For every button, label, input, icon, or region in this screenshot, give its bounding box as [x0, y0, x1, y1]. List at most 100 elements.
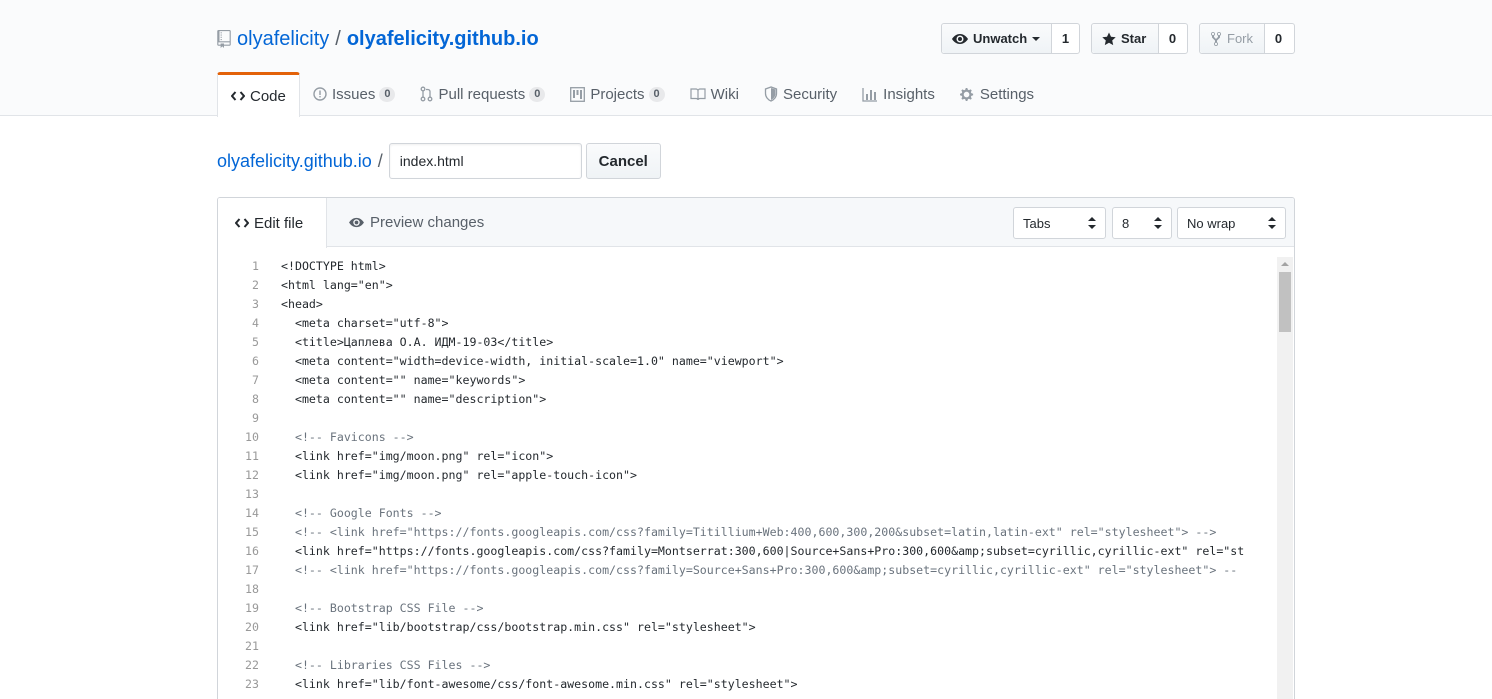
code-line: 21 — [218, 637, 1278, 656]
code-text: <link href="img/moon.png" rel="apple-tou… — [281, 468, 637, 482]
code-text: <link href="img/moon.png" rel="icon"> — [281, 449, 554, 463]
tab-pull-requests[interactable]: Pull requests 0 — [407, 72, 557, 116]
tab-preview-changes[interactable]: Preview changes — [348, 198, 484, 247]
pull-request-icon — [421, 86, 433, 102]
code-text: <link href="https://fonts.googleapis.com… — [281, 544, 1245, 558]
tab-settings-label: Settings — [979, 85, 1035, 103]
indent-mode-select[interactable]: Tabs — [1013, 207, 1106, 239]
tab-security[interactable]: Security — [751, 72, 849, 116]
code-line: 9 — [218, 409, 1278, 428]
repo-title: olyafelicity / olyafelicity.github.io — [217, 26, 539, 52]
tab-wiki-label: Wiki — [710, 85, 739, 103]
code-line: 6 <meta content="width=device-width, ini… — [218, 352, 1278, 371]
line-number: 2 — [252, 278, 259, 292]
code-text: <html lang="en"> — [281, 278, 393, 292]
watch-group: Unwatch 1 — [941, 23, 1080, 54]
wrap-mode-select[interactable]: No wrap — [1177, 207, 1286, 239]
code-line: 16 <link href="https://fonts.googleapis.… — [218, 542, 1278, 561]
line-number: 22 — [245, 658, 259, 672]
code-line: 19 <!-- Bootstrap CSS File --> — [218, 599, 1278, 618]
tab-wiki[interactable]: Wiki — [677, 72, 751, 116]
indent-size-value: 8 — [1122, 215, 1130, 231]
unwatch-label: Unwatch — [973, 31, 1028, 46]
fork-button[interactable]: Fork — [1200, 24, 1265, 53]
code-line: 15 <!-- <link href="https://fonts.google… — [218, 523, 1278, 542]
tab-edit-file-label: Edit file — [254, 214, 304, 232]
code-line: 12 <link href="img/moon.png" rel="apple-… — [218, 466, 1278, 485]
pull-requests-counter: 0 — [529, 86, 546, 102]
tab-insights[interactable]: Insights — [849, 72, 947, 116]
filename-input[interactable]: index.html — [388, 143, 582, 179]
tab-projects[interactable]: Projects 0 — [557, 72, 676, 116]
line-number: 7 — [252, 373, 259, 387]
star-button[interactable]: Star — [1092, 24, 1159, 53]
breadcrumb: olyafelicity.github.io / index.html Canc… — [217, 143, 661, 179]
code-area[interactable]: 1 <!DOCTYPE html> 2 <html lang="en"> 3 <head>… — [218, 257, 1278, 699]
shield-icon — [764, 86, 778, 102]
repo-nav-tabs: Code Issues 0 Pull requests 0 Projects 0… — [217, 72, 1046, 117]
tab-code-label: Code — [250, 87, 286, 105]
watch-count[interactable]: 1 — [1052, 24, 1079, 53]
fork-icon — [1210, 31, 1222, 46]
issue-icon — [313, 87, 327, 101]
tab-edit-file[interactable]: Edit file — [218, 198, 327, 248]
tab-code[interactable]: Code — [217, 72, 300, 117]
line-number: 9 — [252, 411, 259, 425]
code-line: 20 <link href="lib/bootstrap/css/bootstr… — [218, 618, 1278, 637]
tab-issues-label: Issues — [332, 85, 376, 103]
line-number: 15 — [245, 525, 259, 539]
line-number: 5 — [252, 335, 259, 349]
editor-toolbar: Edit file Preview changes Tabs 8 No wrap — [218, 198, 1294, 248]
code-line: 10 <!-- Favicons --> — [218, 428, 1278, 447]
repo-name-link[interactable]: olyafelicity.github.io — [347, 28, 539, 51]
scroll-up-icon[interactable] — [1281, 262, 1289, 266]
code-line: 22 <!-- Libraries CSS Files --> — [218, 656, 1278, 675]
code-text: <meta content="width=device-width, initi… — [281, 354, 784, 368]
eye-icon — [349, 217, 364, 228]
line-number: 8 — [252, 392, 259, 406]
code-line: 7 <meta content="" name="keywords"> — [218, 371, 1278, 390]
fork-count[interactable]: 0 — [1265, 24, 1292, 53]
tab-projects-label: Projects — [590, 85, 645, 103]
star-icon — [1102, 32, 1116, 45]
indent-size-select[interactable]: 8 — [1112, 207, 1172, 239]
project-icon — [570, 86, 586, 102]
line-number: 16 — [245, 544, 259, 558]
unwatch-button[interactable]: Unwatch — [942, 24, 1052, 53]
line-number: 23 — [245, 677, 259, 691]
code-text: <!-- Libraries CSS Files --> — [281, 658, 491, 672]
eye-icon — [952, 33, 968, 44]
line-number: 3 — [252, 297, 259, 311]
repo-owner-link[interactable]: olyafelicity — [237, 28, 329, 51]
code-scrollbar[interactable] — [1277, 257, 1293, 699]
tab-settings[interactable]: Settings — [947, 72, 1046, 116]
line-number: 17 — [245, 563, 259, 577]
code-text: <title>Цаплева О.А. ИДМ-19-03</title> — [281, 335, 554, 349]
tab-issues[interactable]: Issues 0 — [300, 72, 407, 116]
line-number: 20 — [245, 620, 259, 634]
line-number: 18 — [245, 582, 259, 596]
scrollbar-thumb[interactable] — [1279, 272, 1291, 332]
code-text: <!DOCTYPE html> — [281, 259, 386, 273]
code-text: <meta content="" name="keywords"> — [281, 373, 526, 387]
code-text: <!-- <link href="https://fonts.googleapi… — [281, 525, 1217, 539]
star-count[interactable]: 0 — [1159, 24, 1186, 53]
code-line: 18 — [218, 580, 1278, 599]
code-line: 23 <link href="lib/font-awesome/css/font… — [218, 675, 1278, 694]
chevron-down-icon — [1032, 36, 1041, 41]
repo-title-separator: / — [335, 27, 341, 50]
code-text: <!-- <link href="https://fonts.googleapi… — [281, 563, 1238, 577]
code-line: 3 <head> — [218, 295, 1278, 314]
wrap-mode-value: No wrap — [1187, 215, 1236, 231]
code-line: 4 <meta charset="utf-8"> — [218, 314, 1278, 333]
cancel-button[interactable]: Cancel — [585, 143, 661, 179]
code-text: <!-- Bootstrap CSS File --> — [281, 601, 484, 615]
fork-group: Fork 0 — [1199, 23, 1295, 54]
code-line: 11 <link href="img/moon.png" rel="icon"> — [218, 447, 1278, 466]
tab-preview-changes-label: Preview changes — [370, 214, 485, 231]
issues-counter: 0 — [379, 86, 396, 102]
breadcrumb-repo-link[interactable]: olyafelicity.github.io — [217, 151, 372, 172]
